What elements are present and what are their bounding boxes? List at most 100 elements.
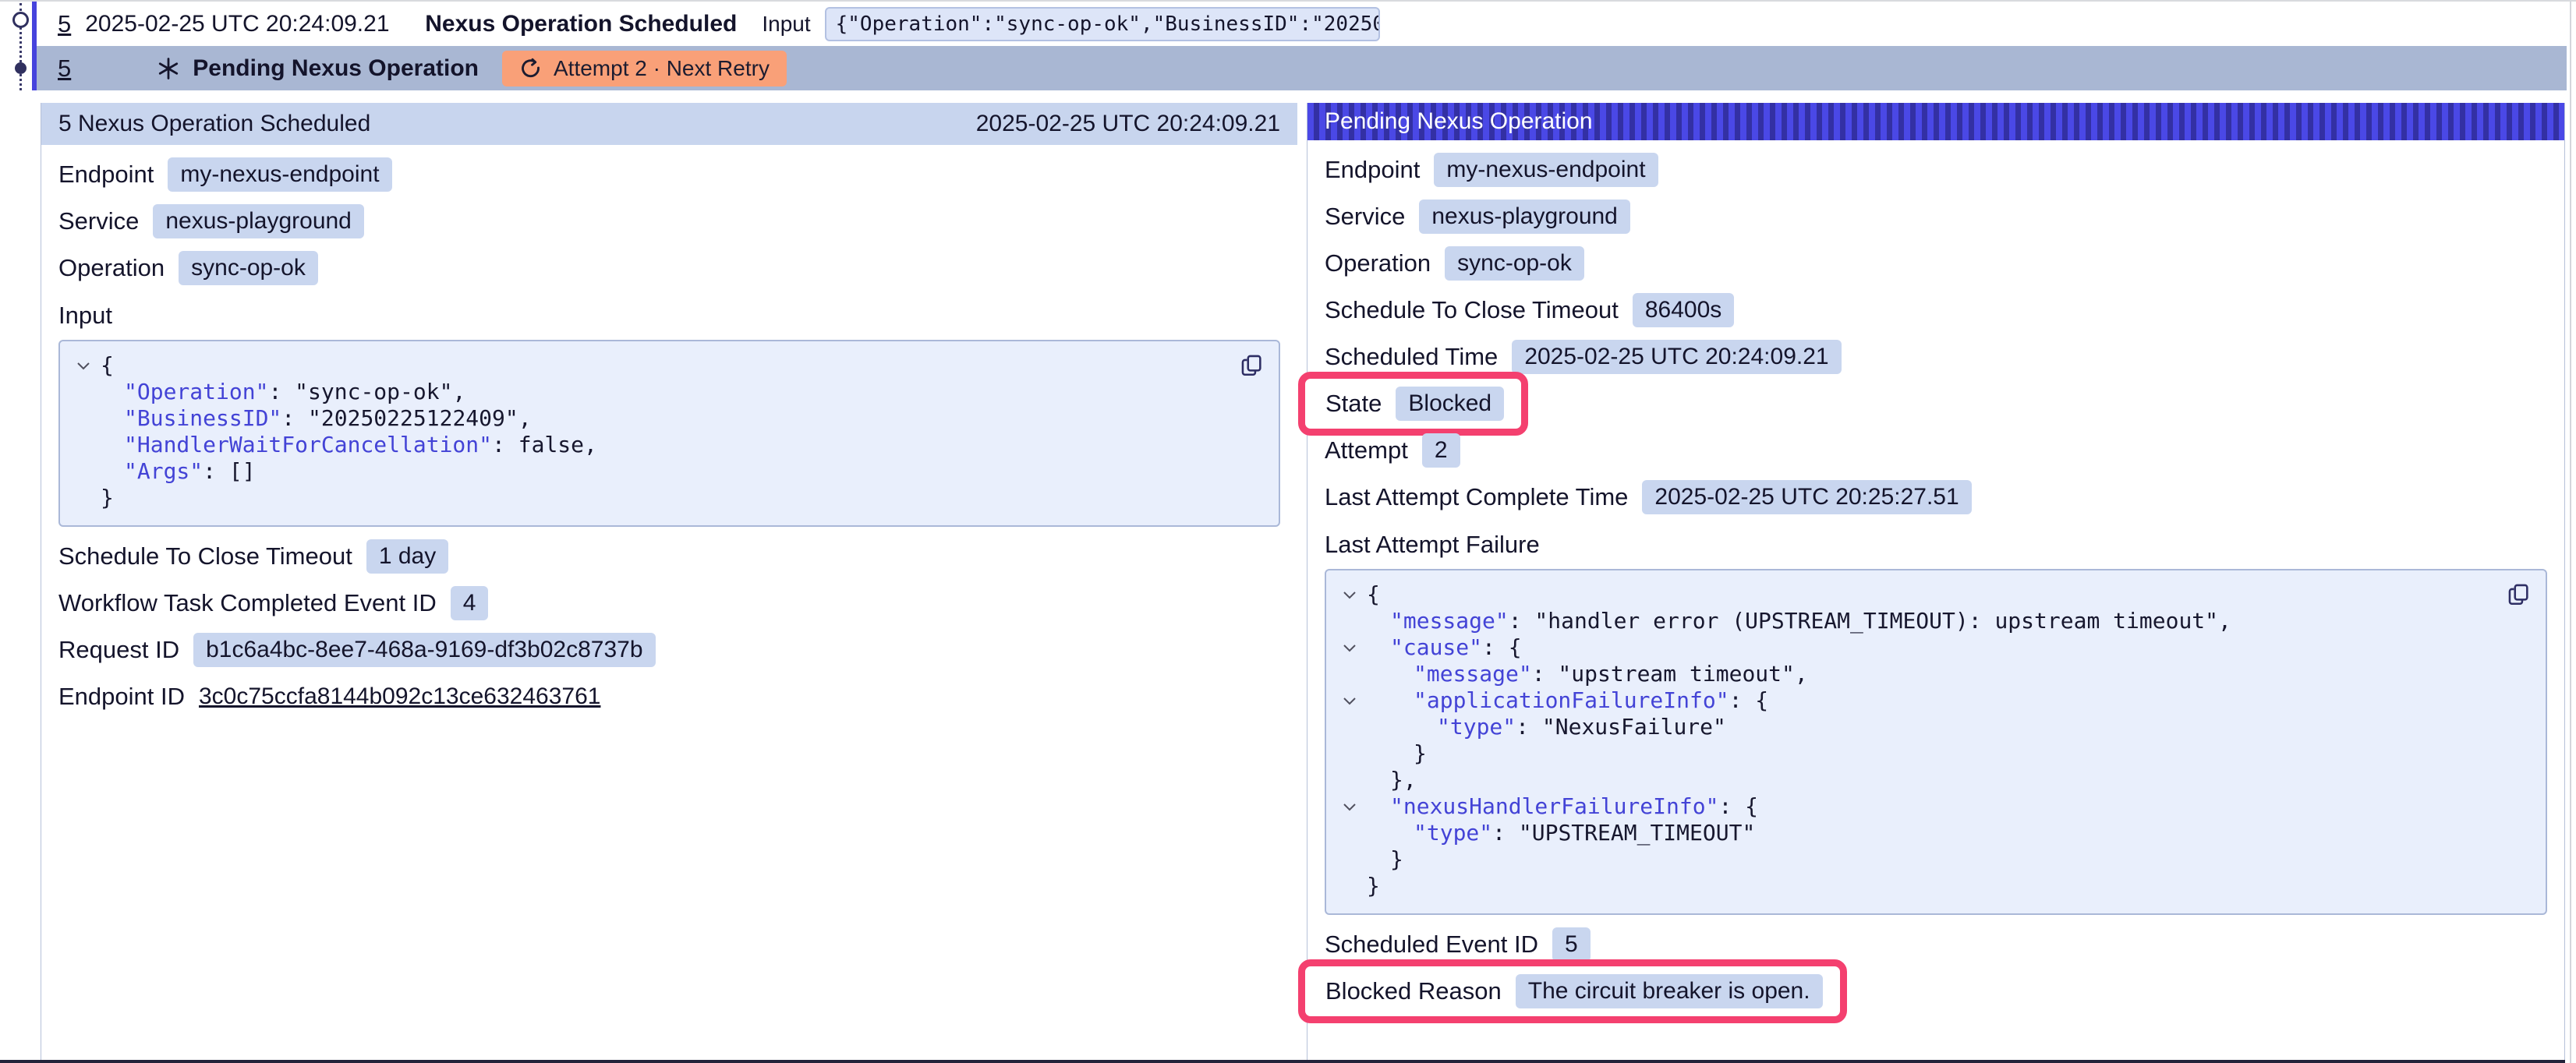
event-id-link[interactable]: 5: [58, 55, 71, 83]
field-value: sync-op-ok: [179, 251, 318, 285]
collapse-chevron-icon[interactable]: [1332, 634, 1367, 661]
detail-row: Operation sync-op-ok: [58, 251, 1280, 285]
panel-header-pending: Pending Nexus Operation: [1307, 103, 2564, 140]
code-line: }: [1332, 846, 2530, 873]
json-value: : {: [1718, 793, 1758, 820]
code-line: }: [1332, 740, 2530, 767]
field-label: Service: [58, 207, 139, 235]
detail-row: StateBlocked: [1325, 387, 2547, 421]
detail-row: Endpoint my-nexus-endpoint: [1325, 153, 2547, 187]
code-line: {: [1332, 581, 2530, 608]
json-value: : false,: [492, 432, 597, 458]
field-value: The circuit breaker is open.: [1516, 974, 1823, 1008]
field-label: State: [1325, 390, 1382, 418]
json-key: "Operation": [124, 379, 268, 405]
json-value: : "sync-op-ok",: [268, 379, 465, 405]
code-gutter: [1332, 767, 1367, 793]
field-label: Operation: [1325, 249, 1431, 277]
collapse-chevron-icon[interactable]: [1332, 793, 1367, 820]
json-value: }: [1414, 740, 1427, 767]
field-label: Schedule To Close Timeout: [58, 542, 352, 570]
field-value: 4: [451, 586, 489, 620]
field-label: Endpoint: [1325, 156, 1420, 184]
detail-row: Operation sync-op-ok: [1325, 246, 2547, 281]
event-title: Pending Nexus Operation: [193, 55, 479, 82]
input-json-viewer: {"Operation": "sync-op-ok","BusinessID":…: [58, 340, 1280, 527]
window-bottom-edge: [0, 1060, 2565, 1063]
json-key: "type": [1414, 820, 1492, 846]
field-value: 1 day: [366, 539, 448, 574]
code-gutter: [1332, 714, 1367, 740]
page-right-edge: [2570, 2, 2571, 1063]
annotation-highlight-box: Blocked ReasonThe circuit breaker is ope…: [1298, 959, 1847, 1023]
code-line: "message": "upstream timeout",: [1332, 661, 2530, 687]
field-label: Service: [1325, 203, 1405, 231]
json-key: "message": [1390, 608, 1509, 634]
json-value: : "UPSTREAM_TIMEOUT": [1492, 820, 1755, 846]
json-value: {: [1367, 581, 1380, 608]
panel-title: Pending Nexus Operation: [1325, 108, 1593, 135]
code-gutter: [1332, 820, 1367, 846]
json-key: "message": [1414, 661, 1532, 687]
event-summary-row-scheduled[interactable]: 5 2025-02-25 UTC 20:24:09.21 Nexus Opera…: [37, 2, 2567, 46]
json-key: "nexusHandlerFailureInfo": [1390, 793, 1718, 820]
field-label: Operation: [58, 254, 165, 282]
field-label: Scheduled Time: [1325, 343, 1498, 371]
detail-row: Blocked ReasonThe circuit breaker is ope…: [1325, 974, 2547, 1008]
field-label: Workflow Task Completed Event ID: [58, 589, 437, 617]
code-gutter: [66, 432, 101, 458]
field-value[interactable]: 3c0c75ccfa8144b092c13ce632463761: [199, 683, 600, 710]
collapse-chevron-icon[interactable]: [1332, 687, 1367, 714]
failure-section-label: Last Attempt Failure: [1325, 532, 2547, 558]
event-detail-panel-scheduled: 5 Nexus Operation Scheduled 2025-02-25 U…: [41, 103, 1297, 1063]
workflow-event-history-view: 5 2025-02-25 UTC 20:24:09.21 Nexus Opera…: [0, 0, 2576, 1063]
pending-asterisk-icon: [157, 57, 180, 80]
event-timestamp: 2025-02-25 UTC 20:24:09.21: [85, 11, 412, 37]
field-label: Schedule To Close Timeout: [1325, 296, 1619, 324]
json-key: "type": [1437, 714, 1516, 740]
event-id-link[interactable]: 5: [58, 10, 71, 38]
field-label: Last Attempt Complete Time: [1325, 483, 1628, 511]
collapse-chevron-icon[interactable]: [1332, 581, 1367, 608]
field-value: my-nexus-endpoint: [1434, 153, 1658, 187]
field-label: Endpoint: [58, 161, 154, 189]
panel-body: Endpointmy-nexus-endpointServicenexus-pl…: [41, 157, 1297, 714]
json-value: : []: [203, 458, 255, 485]
json-value: : "20250225122409",: [281, 405, 531, 432]
copy-icon[interactable]: [2505, 581, 2532, 612]
code-line: }: [1332, 873, 2530, 899]
retry-attempt-badge: Attempt 2 · Next Retry: [502, 51, 787, 87]
panel-header-scheduled: 5 Nexus Operation Scheduled 2025-02-25 U…: [41, 103, 1297, 145]
field-value: 86400s: [1633, 293, 1734, 327]
detail-row: Schedule To Close Timeout 1 day: [58, 539, 1280, 574]
field-value: 2025-02-25 UTC 20:25:27.51: [1642, 480, 1971, 514]
field-label: Endpoint ID: [58, 683, 185, 711]
annotation-highlight-box: StateBlocked: [1298, 372, 1528, 436]
json-value: }: [1390, 846, 1403, 873]
event-detail-panel-pending: Pending Nexus Operation Endpoint my-nexus…: [1307, 103, 2565, 1063]
panel-body: Endpointmy-nexus-endpointServicenexus-pl…: [1307, 153, 2564, 1008]
json-value: : "handler error (UPSTREAM_TIMEOUT): ups…: [1509, 608, 2231, 634]
detail-row: Workflow Task Completed Event ID 4: [58, 586, 1280, 620]
code-line: "type": "UPSTREAM_TIMEOUT": [1332, 820, 2530, 846]
event-summary-row-pending[interactable]: 5 Pending Nexus Operation Attempt 2 · Ne…: [37, 46, 2567, 90]
json-key: "Args": [124, 458, 203, 485]
json-value: : {: [1482, 634, 1522, 661]
field-value: sync-op-ok: [1445, 246, 1584, 281]
detail-row: Schedule To Close Timeout 86400s: [1325, 293, 2547, 327]
input-label: Input: [762, 12, 810, 37]
json-value: : "NexusFailure": [1516, 714, 1726, 740]
collapse-chevron-icon[interactable]: [66, 352, 101, 379]
json-value: : "upstream timeout",: [1532, 661, 1808, 687]
field-value: my-nexus-endpoint: [168, 157, 391, 192]
retry-badge-label: Attempt 2 · Next Retry: [554, 56, 770, 81]
panel-timestamp: 2025-02-25 UTC 20:24:09.21: [976, 111, 1280, 137]
code-gutter: [1332, 873, 1367, 899]
code-line: {: [66, 352, 1263, 379]
code-line: "cause": {: [1332, 634, 2530, 661]
detail-row: Endpoint my-nexus-endpoint: [58, 157, 1280, 192]
json-value: : {: [1729, 687, 1769, 714]
json-key: "HandlerWaitForCancellation": [124, 432, 492, 458]
copy-icon[interactable]: [1238, 352, 1265, 383]
code-gutter: [66, 485, 101, 511]
